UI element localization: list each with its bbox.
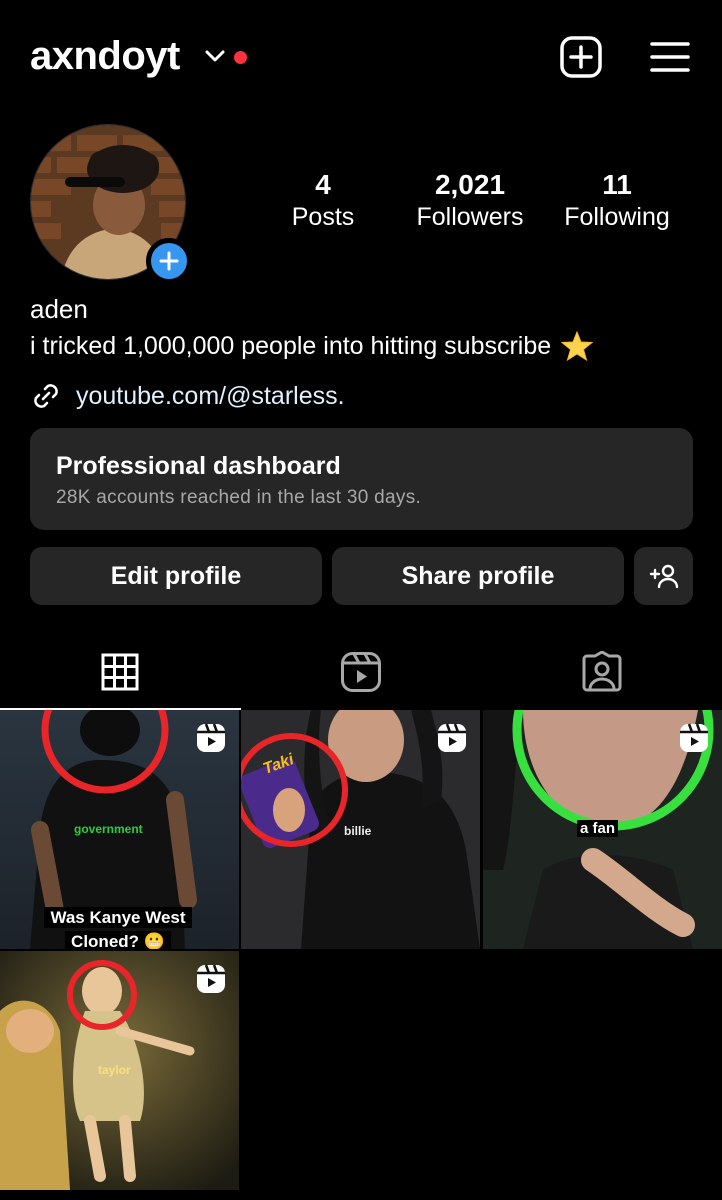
followers-label: Followers — [416, 203, 524, 231]
add-person-icon — [649, 564, 678, 589]
top-bar: axndoyt — [0, 0, 722, 120]
post-tile-3[interactable]: a fan — [483, 710, 722, 949]
reels-icon — [341, 651, 381, 692]
following-count[interactable]: 11 Following — [553, 168, 681, 232]
share-profile-button[interactable]: Share profile — [332, 547, 624, 605]
menu-button[interactable] — [647, 34, 693, 80]
link-icon — [34, 384, 58, 408]
chevron-down-icon[interactable] — [204, 48, 226, 64]
post-1-caption-line1: Was Kanye West — [44, 907, 192, 928]
profile-avatar[interactable] — [30, 124, 192, 284]
following-label: Following — [564, 203, 670, 231]
reel-badge-icon — [197, 723, 225, 752]
post-1-caption-line2: Cloned? 😬 — [65, 931, 171, 949]
plus-icon — [159, 251, 179, 271]
post-tile-4[interactable]: taylor — [0, 951, 239, 1190]
tab-reels[interactable] — [241, 634, 482, 709]
notification-dot — [234, 51, 247, 64]
posts-count[interactable]: 4 Posts — [273, 168, 373, 232]
discover-people-button[interactable] — [634, 547, 693, 605]
tab-posts-grid[interactable] — [0, 634, 241, 710]
plus-square-icon — [560, 36, 602, 78]
reel-badge-icon — [197, 964, 225, 993]
content-tabs — [0, 634, 722, 710]
tab-tagged[interactable] — [481, 634, 722, 709]
posts-value: 4 — [315, 169, 331, 200]
following-value: 11 — [602, 169, 632, 200]
professional-dashboard[interactable]: Professional dashboard 28K accounts reac… — [30, 428, 693, 530]
post-tile-2[interactable]: Taki billie — [241, 710, 480, 949]
post-tile-1[interactable]: government Was Kanye West Cloned? 😬 — [0, 710, 239, 949]
grid-icon — [101, 653, 139, 690]
followers-value: 2,021 — [434, 169, 506, 200]
post-4-overlay: taylor — [98, 1063, 131, 1077]
create-post-button[interactable] — [558, 34, 604, 80]
dashboard-subtitle: 28K accounts reached in the last 30 days… — [56, 487, 422, 508]
hamburger-menu-icon — [650, 42, 690, 72]
post-3-overlay: a fan — [577, 820, 619, 837]
bio-text: i tricked 1,000,000 people into hitting … — [30, 331, 552, 360]
post-1-overlay: government — [74, 822, 143, 836]
reel-badge-icon — [438, 723, 466, 752]
add-story-button[interactable] — [146, 238, 192, 284]
star-icon — [561, 330, 594, 362]
display-name: aden — [30, 294, 88, 324]
link-text[interactable]: youtube.com/@starless. — [76, 382, 345, 411]
post-1-caption: Was Kanye West Cloned? 😬 — [38, 906, 198, 949]
reel-badge-icon — [680, 723, 708, 752]
tagged-icon — [582, 650, 622, 691]
bio: i tricked 1,000,000 people into hitting … — [30, 330, 594, 362]
edit-profile-button[interactable]: Edit profile — [30, 547, 322, 605]
post-2-overlay: billie — [344, 824, 372, 838]
dashboard-title: Professional dashboard — [56, 452, 341, 480]
profile-link[interactable]: youtube.com/@starless. — [30, 380, 345, 412]
username-switcher[interactable]: axndoyt — [30, 34, 180, 79]
posts-label: Posts — [291, 203, 355, 231]
followers-count[interactable]: 2,021 Followers — [400, 168, 540, 232]
